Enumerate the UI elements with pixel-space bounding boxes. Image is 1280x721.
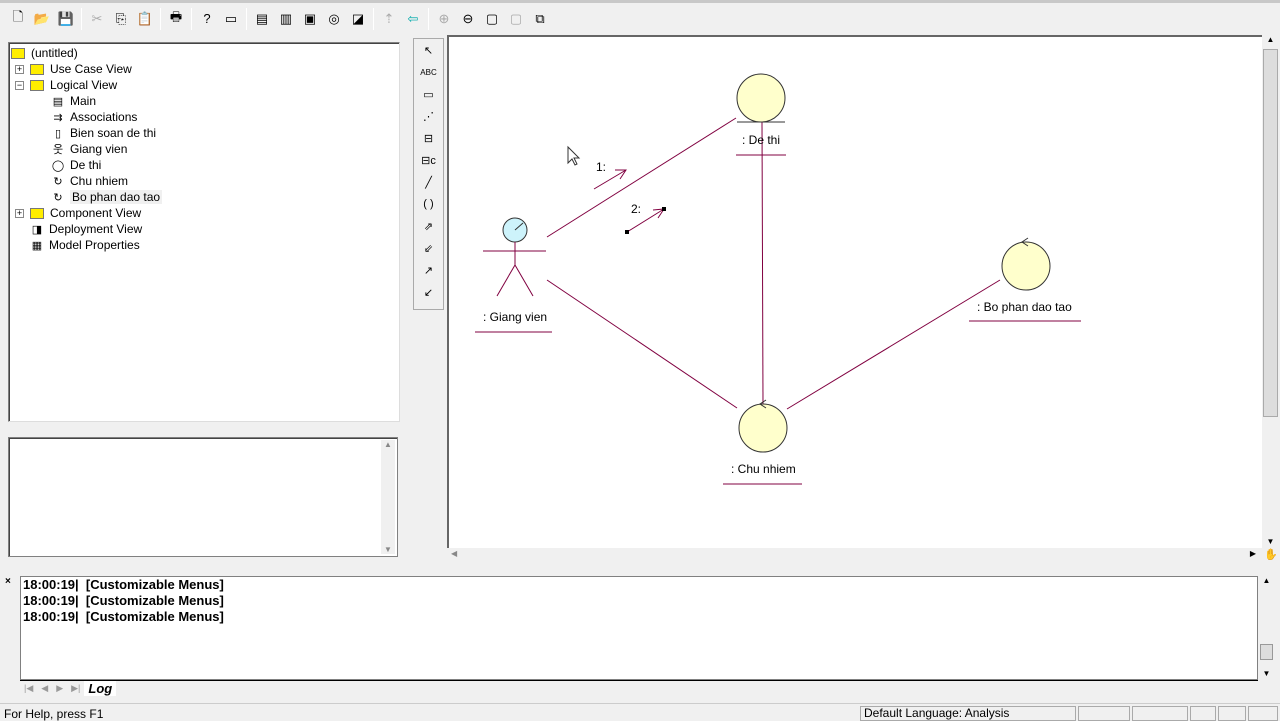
status-pane [1218, 706, 1246, 721]
message-1-label[interactable]: 1: [596, 160, 606, 174]
canvas-horizontal-scrollbar[interactable]: ◀ ▶ [447, 548, 1262, 563]
scroll-thumb[interactable] [1263, 49, 1278, 417]
log-window[interactable]: 18:00:19| [Customizable Menus] 18:00:19| … [20, 576, 1258, 680]
mouse-cursor-icon [567, 145, 581, 166]
log-line: 18:00:19| [Customizable Menus] [23, 577, 224, 592]
selection-handle [625, 230, 629, 234]
tab-log[interactable]: Log [84, 681, 117, 696]
log-line: 18:00:19| [Customizable Menus] [23, 609, 224, 624]
label-giang-vien[interactable]: : Giang vien [483, 310, 547, 324]
link-giangvien-chunhiem [546, 279, 738, 409]
log-line: 18:00:19| [Customizable Menus] [23, 593, 224, 608]
pan-hand-icon[interactable]: ✋ [1263, 548, 1279, 563]
language-status: Default Language: Analysis [860, 706, 1076, 721]
link-chunhiem-bophan [786, 279, 1001, 410]
label-de-thi[interactable]: : De thi [742, 133, 780, 147]
help-text: For Help, press F1 [4, 707, 104, 721]
first-tab-icon[interactable]: |◀ [20, 683, 37, 694]
link-dethi-chunhiem [761, 121, 764, 406]
log-tab-bar: |◀ ◀ ▶ ▶| Log [20, 680, 1258, 696]
label-chu-nhiem[interactable]: : Chu nhiem [731, 462, 796, 476]
log-scrollbar[interactable]: ▲ ▼ [1258, 576, 1275, 680]
prev-tab-icon[interactable]: ◀ [37, 683, 52, 694]
close-log-icon[interactable]: × [5, 576, 11, 587]
last-tab-icon[interactable]: ▶| [67, 683, 84, 694]
label-bo-phan-dao-tao[interactable]: : Bo phan dao tao [977, 300, 1072, 314]
next-tab-icon[interactable]: ▶ [52, 683, 67, 694]
status-pane [1190, 706, 1216, 721]
message-2-label[interactable]: 2: [631, 202, 641, 216]
scroll-thumb[interactable] [1260, 644, 1273, 660]
canvas-vertical-scrollbar[interactable]: ▲ ▼ [1262, 35, 1279, 548]
status-bar: For Help, press F1 Default Language: Ana… [0, 703, 1280, 721]
status-pane [1248, 706, 1278, 721]
link-giangvien-dethi [546, 117, 737, 238]
status-pane [1132, 706, 1188, 721]
status-pane [1078, 706, 1130, 721]
selection-handle [662, 207, 666, 211]
